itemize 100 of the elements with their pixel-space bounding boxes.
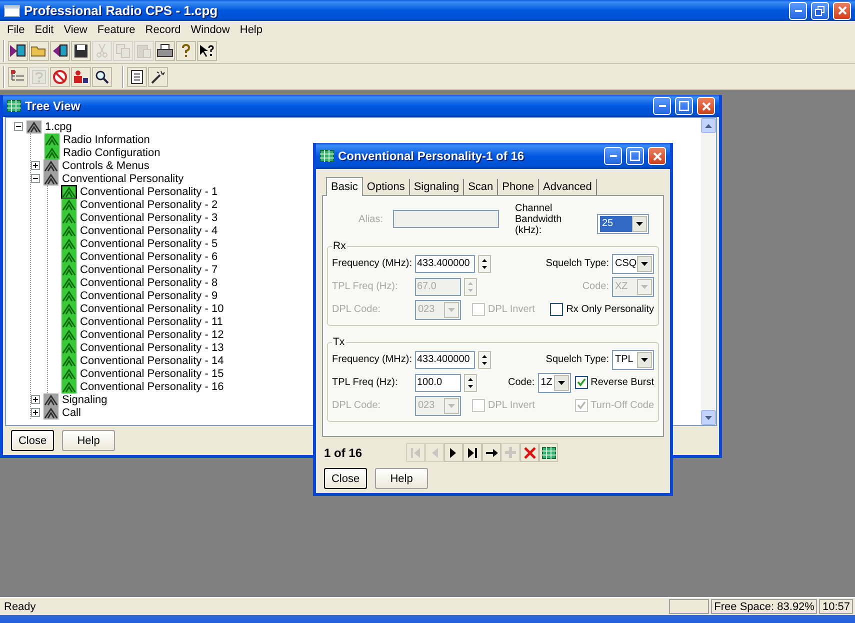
menu-item[interactable]: Edit [30, 24, 59, 36]
menu-item[interactable]: Feature [92, 24, 140, 36]
nav-button[interactable] [463, 443, 482, 462]
tree-item[interactable]: Conventional Personality - 16 [80, 380, 224, 392]
close-icon [838, 6, 846, 15]
caret-icon [641, 262, 648, 266]
minimize-icon [610, 155, 616, 157]
tree-item[interactable]: Radio Configuration [63, 146, 160, 158]
field-label: Code: [508, 377, 535, 388]
dialog-button[interactable]: Close [11, 430, 54, 451]
caret-icon [448, 308, 455, 312]
dropdown[interactable]: 1Z [538, 372, 571, 392]
radio-write-icon [52, 44, 68, 58]
tree-item[interactable]: 1.cpg [45, 120, 72, 132]
app-icon [4, 4, 20, 16]
dialog-button[interactable]: Close [324, 468, 367, 489]
tree-item[interactable]: Conventional Personality - 15 [80, 368, 224, 380]
tree-item[interactable]: Call [62, 406, 81, 418]
magic-wand-icon [150, 70, 164, 84]
menu-item[interactable]: File [2, 24, 30, 36]
tree-item[interactable]: Radio Information [63, 134, 150, 146]
tree-item[interactable]: Conventional Personality - 1 [80, 186, 218, 198]
tree-item[interactable]: Conventional Personality - 5 [80, 238, 218, 250]
nav-button[interactable] [482, 443, 502, 462]
dialog-button[interactable]: Help [375, 468, 428, 489]
toolbar-button[interactable] [148, 66, 168, 86]
minimize-button[interactable] [653, 97, 671, 115]
close-button[interactable] [697, 97, 715, 115]
dropdown[interactable]: TPL [612, 350, 654, 370]
dialog-button[interactable]: Help [62, 430, 115, 451]
toolbar-button[interactable] [70, 40, 90, 60]
toolbar-button[interactable] [154, 40, 174, 60]
spin-buttons[interactable] [478, 254, 491, 272]
spin-buttons[interactable] [464, 374, 477, 392]
tree-item[interactable]: Conventional Personality - 6 [80, 250, 218, 262]
nav-button[interactable] [444, 443, 464, 462]
checkbox[interactable] [550, 303, 564, 316]
tree-item[interactable]: Conventional Personality - 10 [80, 302, 224, 314]
tab[interactable]: Basic [326, 177, 363, 196]
spin-field[interactable]: 433.400000 [415, 350, 475, 368]
status-pane [669, 599, 710, 614]
spin-field[interactable]: 100.0 [415, 374, 461, 392]
tree-item[interactable]: Conventional Personality - 3 [80, 212, 218, 224]
menu-item[interactable]: Record [140, 24, 186, 36]
tree-item[interactable]: Conventional Personality - 14 [80, 354, 224, 366]
menu-item[interactable]: View [58, 24, 92, 36]
tree-item[interactable]: Conventional Personality - 2 [80, 198, 218, 210]
toolbar-button[interactable] [196, 40, 216, 60]
minimize-button[interactable] [789, 2, 807, 20]
maximize-button[interactable] [675, 97, 693, 115]
field-label: Squelch Type: [546, 354, 609, 365]
menu-item[interactable]: Help [234, 24, 268, 36]
tree-item[interactable]: Conventional Personality - 7 [80, 264, 218, 276]
window-title: Tree View [25, 99, 82, 113]
tree-item[interactable]: Conventional Personality - 9 [80, 290, 218, 302]
toolbar-button[interactable] [8, 66, 28, 86]
restore-icon [815, 6, 825, 16]
expand-toggle[interactable] [31, 408, 40, 417]
maximize-button[interactable] [626, 147, 644, 165]
collapse-toggle[interactable] [31, 174, 40, 183]
last-record-icon [468, 448, 478, 458]
toolbar-button[interactable] [50, 40, 70, 60]
tree-item[interactable]: Conventional Personality - 11 [80, 316, 223, 328]
spin-buttons[interactable] [478, 350, 491, 368]
group-title: Rx [332, 240, 347, 252]
toolbar-button[interactable] [70, 66, 90, 86]
folder-icon [30, 44, 46, 57]
toolbar-button[interactable] [126, 66, 146, 86]
dropdown[interactable]: 25 [597, 214, 649, 234]
restore-button[interactable] [811, 2, 829, 20]
tree-item[interactable]: Conventional Personality - 8 [80, 276, 218, 288]
expand-toggle[interactable] [31, 161, 40, 170]
window-title: Conventional Personality-1 of 16 [338, 149, 526, 163]
close-icon [702, 102, 710, 110]
tree-item[interactable]: Signaling [62, 394, 108, 406]
scrollbar[interactable] [701, 118, 716, 425]
checkbox[interactable] [574, 376, 588, 389]
toolbar-button[interactable] [8, 40, 28, 60]
checkmark-icon [576, 401, 586, 410]
dropdown[interactable]: CSQ [612, 254, 654, 274]
close-button[interactable] [648, 147, 666, 165]
radio-help-icon [32, 70, 46, 84]
tree-item[interactable]: Conventional Personality - 4 [80, 224, 218, 236]
next-record-icon [450, 448, 458, 458]
clipboard-icon [136, 44, 150, 58]
copy-icon [116, 44, 130, 58]
checkmark-icon [576, 378, 586, 387]
collapse-toggle[interactable] [14, 122, 23, 131]
spin-field[interactable]: 433.400000 [415, 254, 475, 272]
toolbar-button[interactable] [92, 66, 112, 86]
minimize-button[interactable] [604, 147, 622, 165]
tree-item[interactable]: Conventional Personality - 12 [80, 328, 224, 340]
tree-item[interactable]: Conventional Personality - 13 [80, 342, 224, 354]
close-button[interactable] [833, 2, 851, 20]
tree-item[interactable]: Conventional Personality [62, 172, 184, 184]
field-label: DPL Code: [332, 400, 382, 411]
expand-toggle[interactable] [31, 395, 40, 404]
menu-item[interactable]: Window [186, 24, 235, 36]
tree-item[interactable]: Controls & Menus [62, 160, 150, 172]
help-icon [180, 44, 190, 58]
